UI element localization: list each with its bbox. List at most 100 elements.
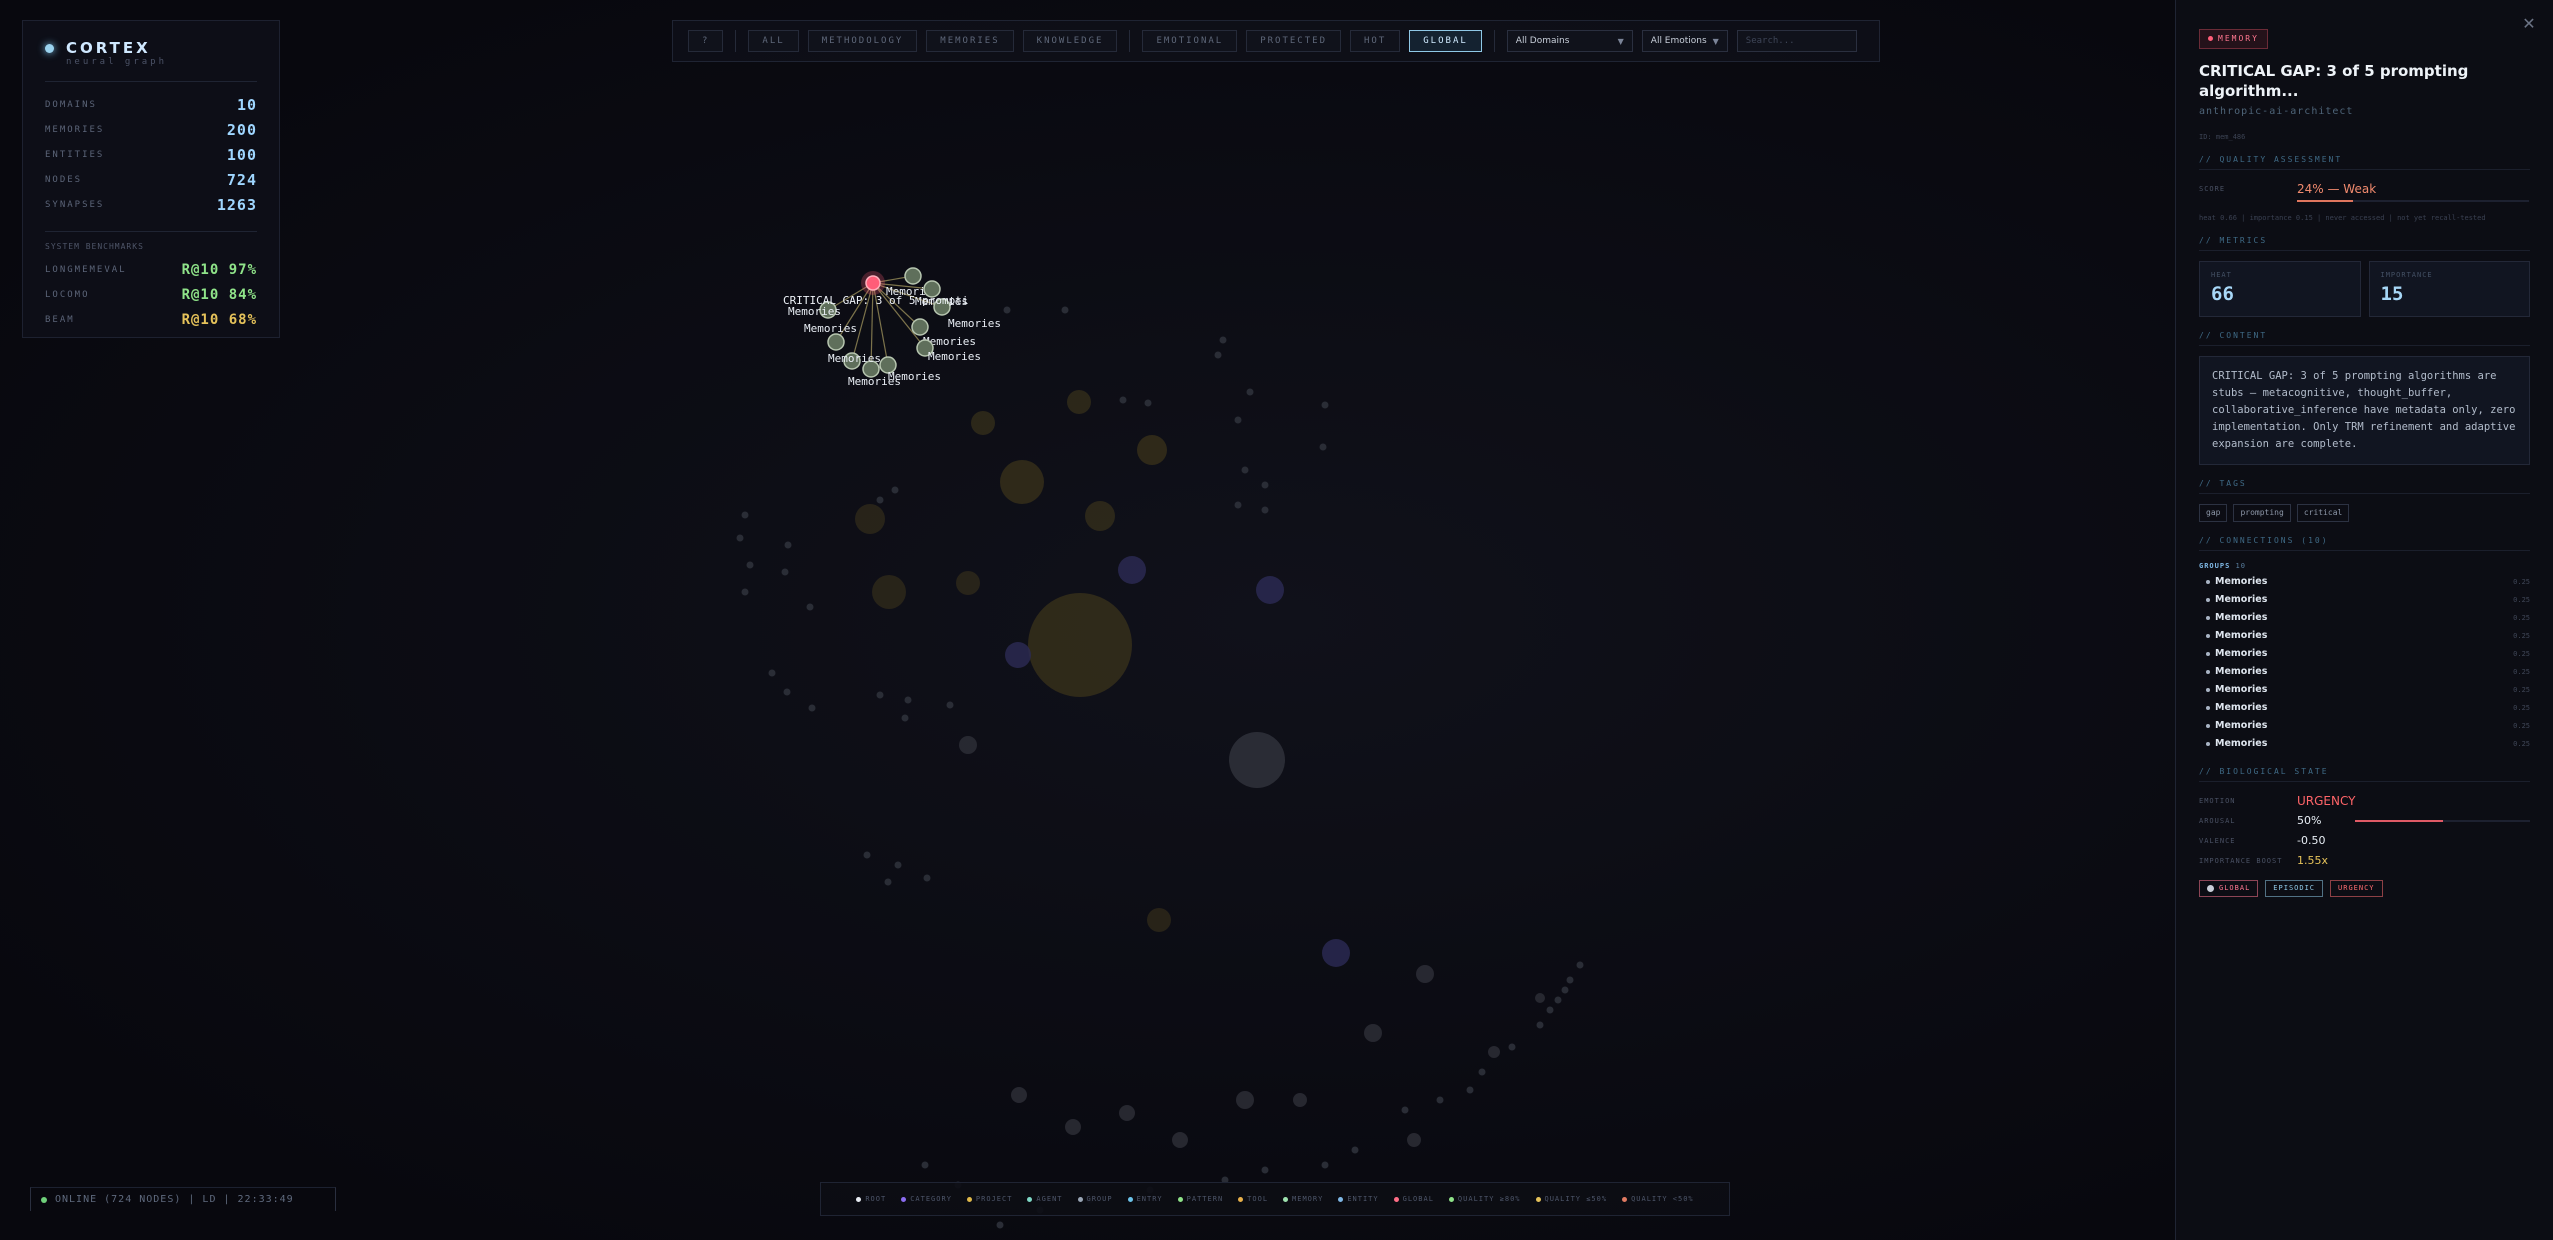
emotion-select[interactable]: All Emotions ▼ — [1641, 30, 1728, 52]
graph-node[interactable] — [921, 1161, 929, 1169]
memories-group-node[interactable] — [911, 318, 929, 336]
memories-group-node[interactable] — [827, 333, 845, 351]
focus-node[interactable] — [865, 275, 881, 291]
graph-node[interactable] — [855, 504, 885, 534]
graph-node[interactable] — [1351, 1146, 1359, 1154]
graph-node[interactable] — [1535, 993, 1545, 1003]
connection-item[interactable]: Memories 0.25 — [2199, 681, 2530, 699]
graph-node[interactable] — [1261, 506, 1269, 514]
graph-node[interactable] — [1144, 399, 1152, 407]
graph-node[interactable] — [1219, 336, 1227, 344]
graph-node[interactable] — [1261, 1166, 1269, 1174]
graph-node[interactable] — [904, 696, 912, 704]
graph-node[interactable] — [808, 704, 816, 712]
graph-node[interactable] — [1536, 1021, 1544, 1029]
connection-item[interactable]: Memories 0.25 — [2199, 573, 2530, 591]
connection-item[interactable]: Memories 0.25 — [2199, 645, 2530, 663]
graph-node[interactable] — [1067, 390, 1091, 414]
graph-node[interactable] — [1214, 351, 1222, 359]
graph-node[interactable] — [1576, 961, 1584, 969]
graph-node[interactable] — [1321, 401, 1329, 409]
graph-node[interactable] — [746, 561, 754, 569]
graph-node[interactable] — [971, 411, 995, 435]
filter-button-protected[interactable]: PROTECTED — [1246, 30, 1341, 52]
graph-node[interactable] — [1561, 986, 1569, 994]
graph-node[interactable] — [901, 714, 909, 722]
graph-node[interactable] — [1005, 642, 1031, 668]
close-icon[interactable]: ✕ — [2519, 13, 2539, 33]
graph-node[interactable] — [1119, 396, 1127, 404]
graph-node[interactable] — [863, 851, 871, 859]
connection-item[interactable]: Memories 0.25 — [2199, 627, 2530, 645]
graph-node[interactable] — [1319, 443, 1327, 451]
filter-button-all[interactable]: ALL — [748, 30, 799, 52]
tag[interactable]: critical — [2296, 503, 2350, 522]
domain-select[interactable]: All Domains ▼ — [1506, 30, 1633, 52]
connection-item[interactable]: Memories 0.25 — [2199, 699, 2530, 717]
graph-node[interactable] — [876, 691, 884, 699]
graph-node[interactable] — [1261, 481, 1269, 489]
connection-item[interactable]: Memories 0.25 — [2199, 717, 2530, 735]
graph-node[interactable] — [923, 874, 931, 882]
graph-node[interactable] — [959, 736, 977, 754]
graph-node[interactable] — [1364, 1024, 1382, 1042]
graph-node[interactable] — [1003, 306, 1011, 314]
graph-node[interactable] — [741, 511, 749, 519]
graph-node[interactable] — [1322, 939, 1350, 967]
graph-node[interactable] — [783, 688, 791, 696]
graph-node[interactable] — [1508, 1043, 1516, 1051]
graph-node[interactable] — [1478, 1068, 1486, 1076]
graph-node[interactable] — [956, 571, 980, 595]
graph-node[interactable] — [1566, 976, 1574, 984]
graph-node[interactable] — [1147, 908, 1171, 932]
graph-node[interactable] — [1137, 435, 1167, 465]
connection-item[interactable]: Memories 0.25 — [2199, 663, 2530, 681]
filter-button-knowledge[interactable]: KNOWLEDGE — [1022, 30, 1118, 52]
graph-node[interactable] — [1028, 593, 1132, 697]
graph-node[interactable] — [1407, 1133, 1421, 1147]
tag[interactable]: gap — [2199, 503, 2228, 522]
graph-node[interactable] — [872, 575, 906, 609]
neural-graph-canvas[interactable]: MemoriesMemoriesMemoriesMemoriesMemories… — [0, 0, 2553, 1240]
graph-node[interactable] — [781, 568, 789, 576]
graph-node[interactable] — [1118, 556, 1146, 584]
memories-group-node[interactable] — [904, 267, 922, 285]
connection-item[interactable]: Memories 0.25 — [2199, 735, 2530, 753]
graph-node[interactable] — [736, 534, 744, 542]
graph-node[interactable] — [891, 486, 899, 494]
graph-node[interactable] — [1085, 501, 1115, 531]
graph-node[interactable] — [768, 669, 776, 677]
graph-node[interactable] — [996, 1221, 1004, 1229]
graph-node[interactable] — [1172, 1132, 1188, 1148]
graph-node[interactable] — [1234, 501, 1242, 509]
filter-button-emotional[interactable]: EMOTIONAL — [1142, 30, 1238, 52]
graph-node[interactable] — [1061, 306, 1069, 314]
search-input[interactable] — [1736, 30, 1857, 52]
graph-node[interactable] — [1000, 460, 1044, 504]
graph-node[interactable] — [884, 878, 892, 886]
graph-node[interactable] — [1065, 1119, 1081, 1135]
filter-button-help[interactable]: ? — [688, 30, 724, 52]
graph-node[interactable] — [1293, 1093, 1307, 1107]
graph-node[interactable] — [1416, 965, 1434, 983]
graph-node[interactable] — [1234, 416, 1242, 424]
graph-node[interactable] — [1241, 466, 1249, 474]
graph-node[interactable] — [1011, 1087, 1027, 1103]
graph-node[interactable] — [1236, 1091, 1254, 1109]
filter-button-global[interactable]: GLOBAL — [1409, 30, 1482, 52]
graph-node[interactable] — [894, 861, 902, 869]
tag[interactable]: prompting — [2233, 503, 2291, 522]
graph-node[interactable] — [1246, 388, 1254, 396]
graph-node[interactable] — [1466, 1086, 1474, 1094]
graph-node[interactable] — [784, 541, 792, 549]
graph-node[interactable] — [1436, 1096, 1444, 1104]
graph-node[interactable] — [1256, 576, 1284, 604]
graph-node[interactable] — [1321, 1161, 1329, 1169]
graph-node[interactable] — [1119, 1105, 1135, 1121]
graph-node[interactable] — [1554, 996, 1562, 1004]
graph-node[interactable] — [876, 496, 884, 504]
graph-node[interactable] — [1401, 1106, 1409, 1114]
graph-node[interactable] — [806, 603, 814, 611]
filter-button-hot[interactable]: HOT — [1350, 30, 1401, 52]
graph-node[interactable] — [1229, 732, 1285, 788]
